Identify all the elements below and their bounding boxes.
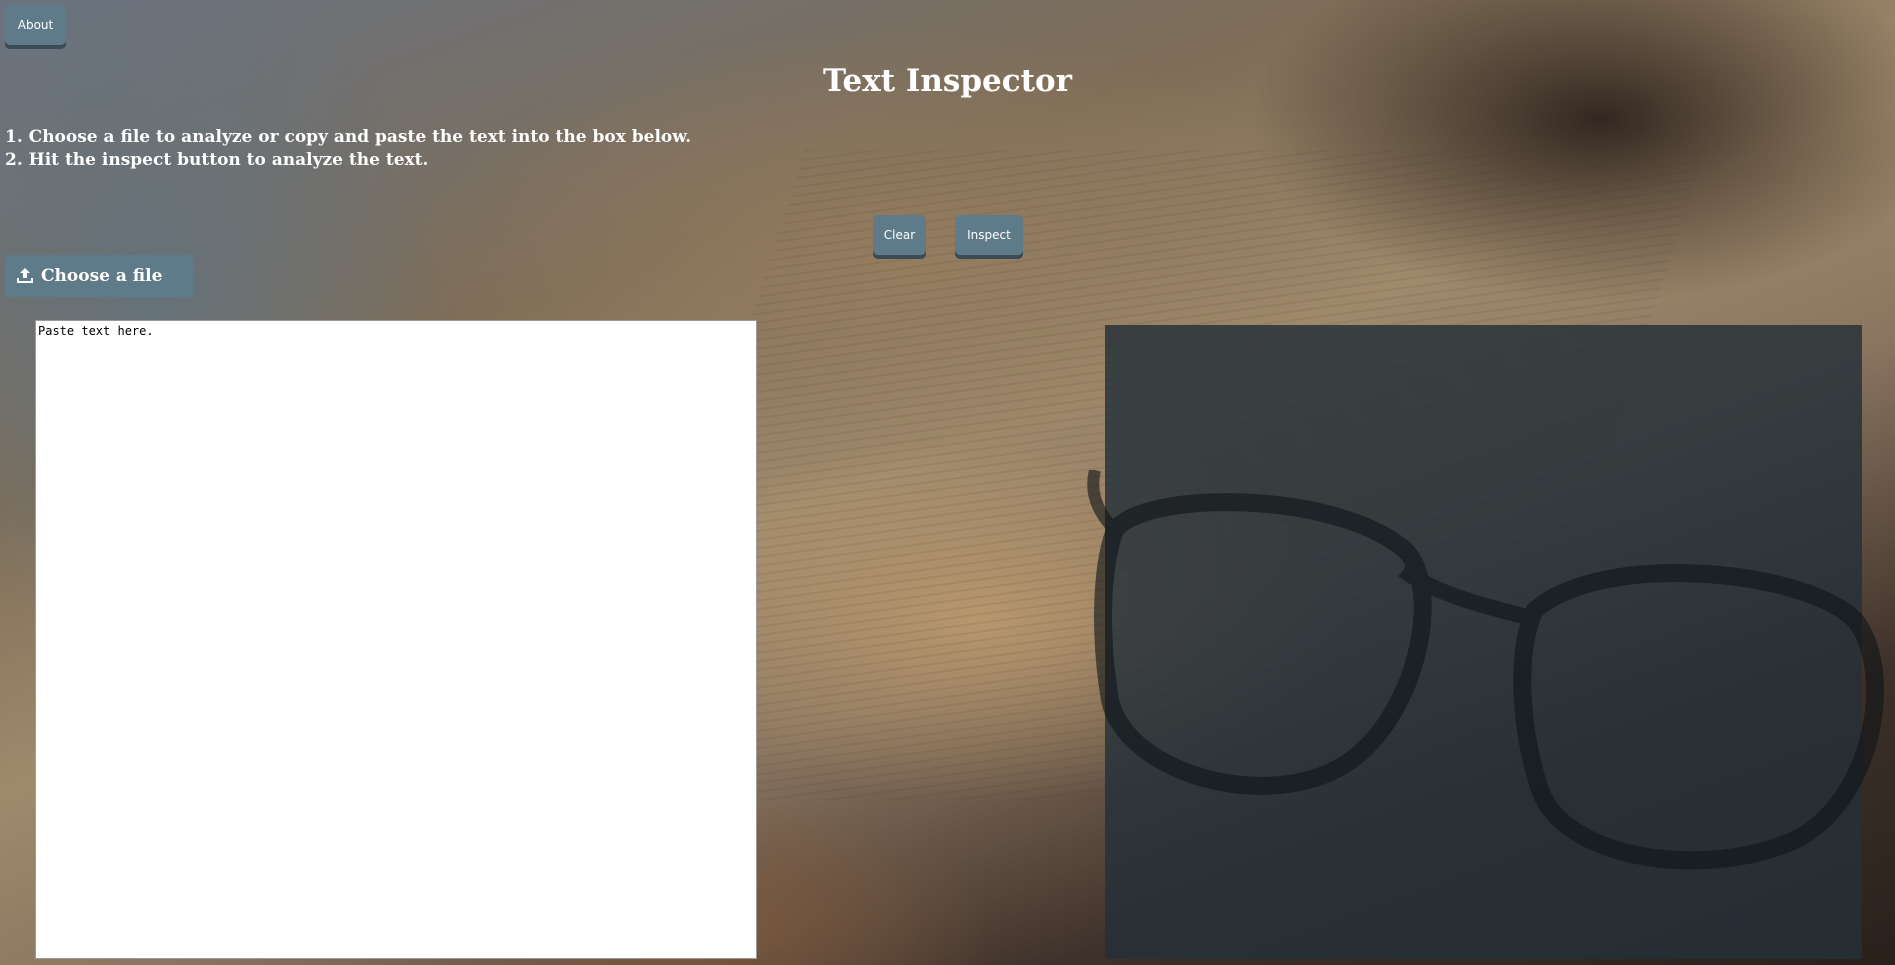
instructions: 1. Choose a file to analyze or copy and … [5, 126, 691, 172]
inspect-button[interactable]: Inspect [955, 215, 1023, 255]
upload-icon [15, 266, 35, 286]
text-input-area[interactable] [35, 320, 757, 959]
choose-file-button[interactable]: Choose a file [5, 255, 194, 297]
instruction-step-2: 2. Hit the inspect button to analyze the… [5, 150, 429, 170]
instruction-step-1: 1. Choose a file to analyze or copy and … [5, 127, 692, 147]
clear-button[interactable]: Clear [873, 215, 926, 255]
choose-file-label: Choose a file [41, 266, 163, 286]
page-title: Text Inspector [823, 63, 1072, 99]
about-button[interactable]: About [5, 5, 66, 45]
results-panel [1105, 325, 1862, 959]
